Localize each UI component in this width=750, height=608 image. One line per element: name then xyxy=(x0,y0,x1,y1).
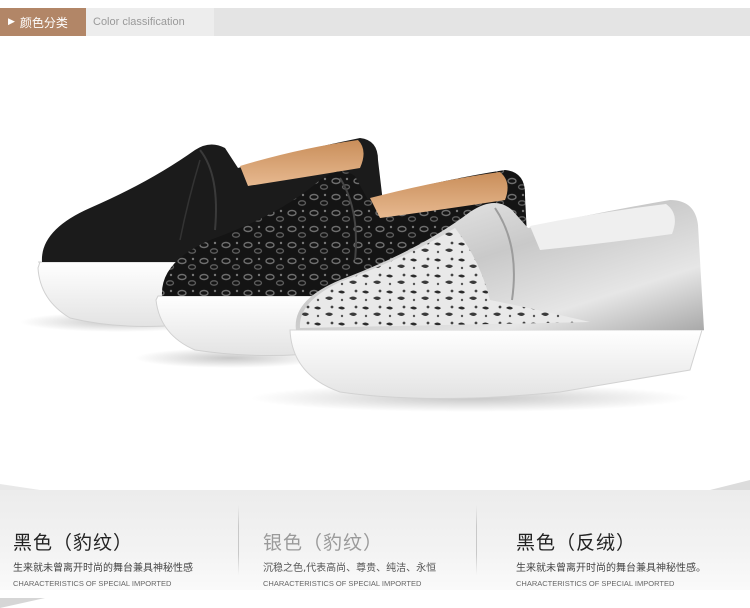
color-option-black-suede: 黑色（反绒） 生来就未曾离开时尚的舞台兼具神秘性感。 CHARACTERISTI… xyxy=(516,528,750,588)
color-caption: CHARACTERISTICS OF SPECIAL IMPORTED xyxy=(263,579,422,588)
color-title: 黑色（豹纹） xyxy=(13,532,134,554)
product-photo xyxy=(20,138,704,412)
color-option-black-leopard: 黑色（豹纹） 生来就未曾离开时尚的舞台兼具神秘性感 CHARACTERISTIC… xyxy=(13,528,248,588)
color-caption: CHARACTERISTICS OF SPECIAL IMPORTED xyxy=(13,579,172,588)
color-description: 沉稳之色,代表高尚、尊贵、纯洁、永恒 xyxy=(263,563,437,574)
color-title: 银色（豹纹） xyxy=(263,532,384,554)
color-description: 生来就未曾离开时尚的舞台兼具神秘性感 xyxy=(13,563,193,574)
color-description: 生来就未曾离开时尚的舞台兼具神秘性感。 xyxy=(516,563,706,574)
section-tag: ▶ 颜色分类 xyxy=(0,8,86,36)
divider xyxy=(238,505,239,575)
divider xyxy=(476,505,477,575)
color-caption: CHARACTERISTICS OF SPECIAL IMPORTED xyxy=(516,579,675,588)
decorative-corner xyxy=(0,598,45,608)
triangle-right-icon: ▶ xyxy=(8,17,15,27)
color-title: 黑色（反绒） xyxy=(516,532,637,554)
section-tag-label: 颜色分类 xyxy=(19,15,68,30)
color-option-silver-leopard: 银色（豹纹） 沉稳之色,代表高尚、尊贵、纯洁、永恒 CHARACTERISTIC… xyxy=(263,528,498,588)
section-subtitle: Color classification xyxy=(86,8,214,36)
